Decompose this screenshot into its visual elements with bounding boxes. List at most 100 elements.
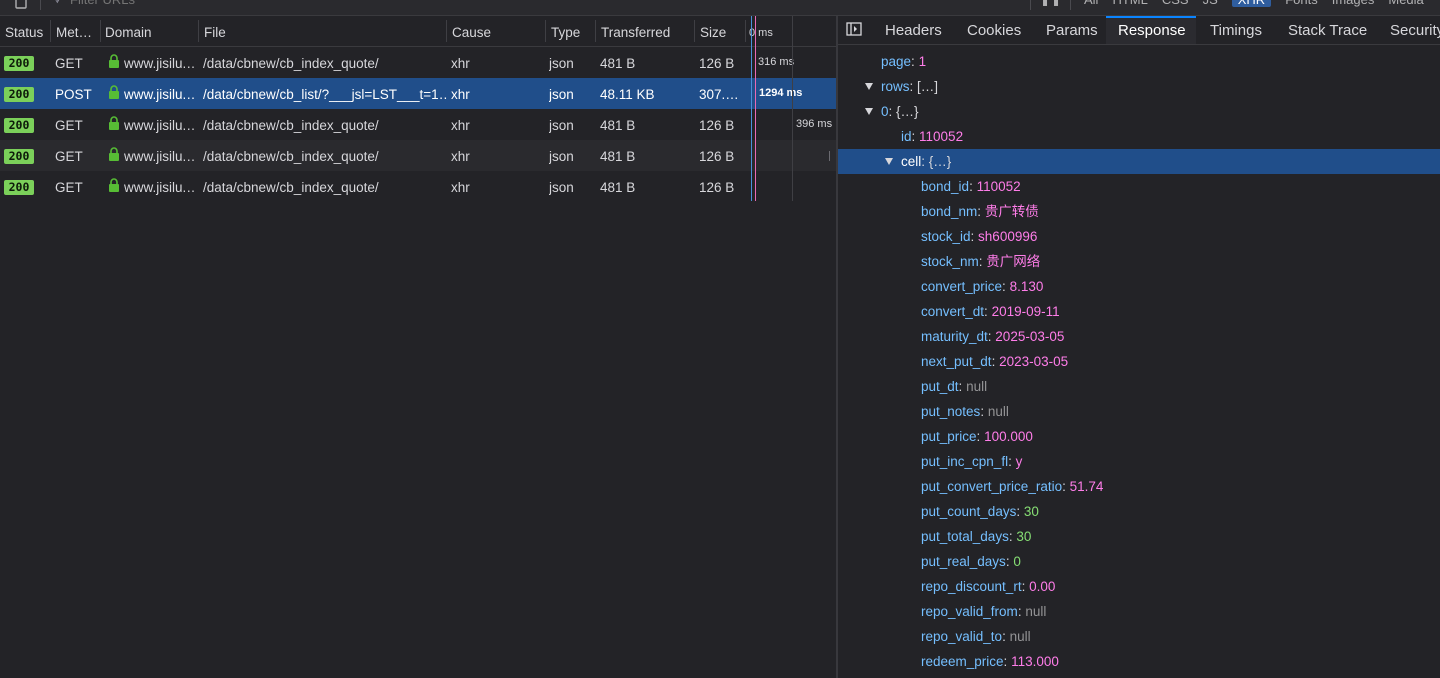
json-key: repo_valid_to (921, 629, 1003, 644)
expand-arrow-icon[interactable] (885, 149, 899, 174)
column-waterfall[interactable]: 0 ms (749, 16, 773, 46)
json-node-page[interactable]: page: 1 (838, 49, 1440, 74)
request-table-header: Status Met… Domain File Cause Type Trans… (0, 16, 836, 47)
column-domain[interactable]: Domain (105, 16, 195, 46)
toggle-sidebar-icon[interactable] (846, 22, 862, 36)
json-value: null (987, 404, 1009, 419)
json-node-repo-discount-rt[interactable]: repo_discount_rt: 0.00 (838, 574, 1440, 599)
json-value: 贵广转债 (984, 204, 1039, 219)
json-node-bond-id[interactable]: bond_id: 110052 (838, 174, 1440, 199)
json-value: 113.000 (1011, 654, 1059, 669)
request-row[interactable]: 200 GET www.jisilu.… /data/cbnew/cb_index_q… (0, 140, 836, 171)
file-cell: /data/cbnew/cb_list/?___jsl=LST___t=1… (203, 87, 447, 102)
column-size[interactable]: Size (700, 16, 744, 46)
tab-cookies[interactable]: Cookies (955, 16, 1033, 44)
json-node-put-real-days[interactable]: put_real_days: 0 (838, 549, 1440, 574)
request-row[interactable]: 200 GET www.jisilu.… /data/cbnew/cb_index_q… (0, 47, 836, 78)
json-value: 30 (1016, 529, 1032, 544)
json-node-id[interactable]: id: 110052 (838, 124, 1440, 149)
type-cell: json (549, 87, 574, 102)
column-type[interactable]: Type (551, 16, 593, 46)
waterfall-timing-label: 316 ms (758, 56, 795, 68)
expand-arrow-icon[interactable] (865, 99, 879, 124)
json-node-cell[interactable]: cell: {…} (838, 149, 1440, 174)
type-filter-xhr[interactable]: XHR (1231, 0, 1272, 7)
column-method[interactable]: Met… (56, 16, 98, 46)
json-node-put-notes[interactable]: put_notes: null (838, 399, 1440, 424)
request-row[interactable]: 200 POST www.jisilu.… /data/cbnew/cb_list/?… (0, 78, 836, 109)
waterfall-timing-label: 1294 ms (759, 87, 803, 99)
json-node-redeem-price[interactable]: redeem_price: 113.000 (838, 649, 1440, 674)
json-node-stock-id[interactable]: stock_id: sh600996 (838, 224, 1440, 249)
json-node-put-convert-price-ratio[interactable]: put_convert_price_ratio: 51.74 (838, 474, 1440, 499)
type-filter-media[interactable]: Media (1388, 0, 1423, 7)
request-details-panel: Headers Cookies Params Response Timings Stack… (838, 16, 1440, 678)
json-node-bond-nm[interactable]: bond_nm: 贵广转债 (838, 199, 1440, 224)
request-row[interactable]: 200 GET www.jisilu.… /data/cbnew/cb_index_q… (0, 109, 836, 140)
json-key: put_convert_price_ratio (921, 479, 1063, 494)
network-toolbar: ⧩ ❚❚ All HTML CSS JS XHR Fonts Images Media (0, 0, 1440, 16)
trash-icon[interactable] (13, 0, 29, 9)
json-value: 100.000 (984, 429, 1033, 444)
json-node-put-dt[interactable]: put_dt: null (838, 374, 1440, 399)
domain-cell: www.jisilu.… (124, 149, 196, 164)
toolbar-separator (1030, 0, 1031, 10)
json-node-put-total-days[interactable]: put_total_days: 30 (838, 524, 1440, 549)
type-cell: json (549, 149, 574, 164)
type-filter-images[interactable]: Images (1332, 0, 1375, 7)
tab-security[interactable]: Security (1378, 16, 1440, 44)
type-filter-all[interactable]: All (1084, 0, 1098, 7)
json-node-put-count-days[interactable]: put_count_days: 30 (838, 499, 1440, 524)
json-node-repo-valid-from[interactable]: repo_valid_from: null (838, 599, 1440, 624)
tab-response[interactable]: Response (1106, 16, 1196, 44)
json-key: 0 (881, 104, 889, 119)
json-value: null (1025, 604, 1047, 619)
json-key: stock_id (921, 229, 971, 244)
request-row[interactable]: 200 GET www.jisilu.… /data/cbnew/cb_index_q… (0, 171, 836, 202)
json-value: 8.130 (1009, 279, 1044, 294)
file-cell: /data/cbnew/cb_index_quote/ (203, 149, 379, 164)
tab-headers[interactable]: Headers (873, 16, 954, 44)
json-node-put-price[interactable]: put_price: 100.000 (838, 424, 1440, 449)
json-node-convert-price[interactable]: convert_price: 8.130 (838, 274, 1440, 299)
expand-arrow-icon[interactable] (865, 74, 879, 99)
json-value: null (1009, 629, 1031, 644)
json-value: 0.00 (1029, 579, 1056, 594)
tab-timings[interactable]: Timings (1198, 16, 1274, 44)
column-status[interactable]: Status (5, 16, 50, 46)
json-node-stock-nm[interactable]: stock_nm: 贵广网络 (838, 249, 1440, 274)
column-file[interactable]: File (204, 16, 444, 46)
details-tabbar: Headers Cookies Params Response Timings Stack… (838, 16, 1440, 45)
cause-cell: xhr (451, 149, 470, 164)
type-filter-html[interactable]: HTML (1112, 0, 1147, 7)
json-value: 2023-03-05 (999, 354, 1069, 369)
transferred-cell: 481 B (600, 180, 636, 195)
type-filter-css[interactable]: CSS (1162, 0, 1189, 7)
json-node-next-put-dt[interactable]: next_put_dt: 2023-03-05 (838, 349, 1440, 374)
tab-stack-trace[interactable]: Stack Trace (1276, 16, 1379, 44)
json-node-maturity-dt[interactable]: maturity_dt: 2025-03-05 (838, 324, 1440, 349)
size-cell: 126 B (699, 118, 735, 133)
size-cell: 126 B (699, 56, 735, 71)
json-value: 51.74 (1069, 479, 1104, 494)
tab-params[interactable]: Params (1034, 16, 1110, 44)
type-filter-fonts[interactable]: Fonts (1285, 0, 1318, 7)
json-node-0[interactable]: 0: {…} (838, 99, 1440, 124)
status-badge: 200 (4, 118, 34, 133)
request-list-panel: Status Met… Domain File Cause Type Trans… (0, 16, 836, 678)
type-filter-js[interactable]: JS (1203, 0, 1218, 7)
transferred-cell: 481 B (600, 118, 636, 133)
pause-icon[interactable]: ❚❚ (1040, 0, 1062, 6)
json-value: 110052 (919, 129, 964, 144)
cause-cell: xhr (451, 56, 470, 71)
file-cell: /data/cbnew/cb_index_quote/ (203, 180, 379, 195)
json-node-repo-valid-to[interactable]: repo_valid_to: null (838, 624, 1440, 649)
domain-cell: www.jisilu.… (124, 180, 196, 195)
column-transferred[interactable]: Transferred (601, 16, 693, 46)
json-node-rows[interactable]: rows: […] (838, 74, 1440, 99)
json-node-put-inc-cpn-fl[interactable]: put_inc_cpn_fl: y (838, 449, 1440, 474)
filter-urls-input[interactable] (70, 0, 270, 7)
json-node-convert-dt[interactable]: convert_dt: 2019-09-11 (838, 299, 1440, 324)
cause-cell: xhr (451, 118, 470, 133)
column-cause[interactable]: Cause (452, 16, 542, 46)
